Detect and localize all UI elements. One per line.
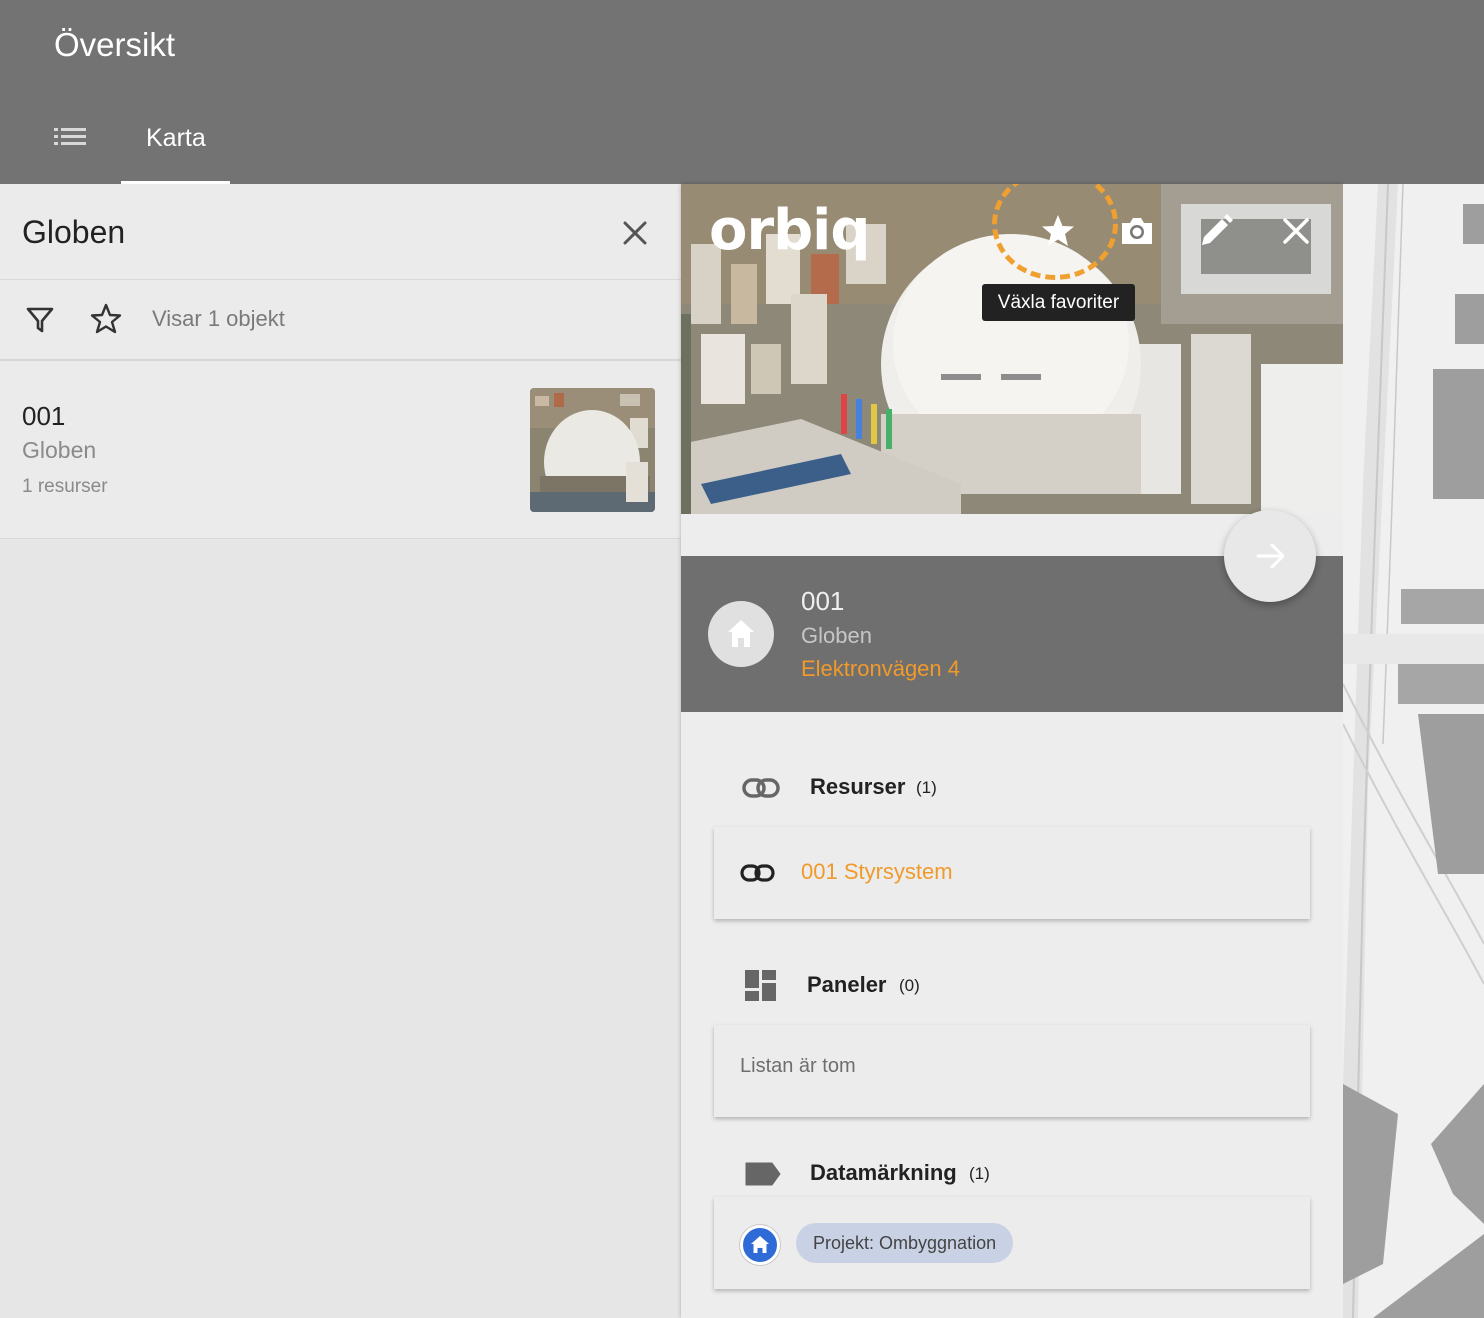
hero-image: orbiq Växla favoriter [681, 184, 1343, 514]
filter-icon[interactable] [24, 304, 56, 336]
resources-section-header: Resurser (1) [681, 762, 1343, 812]
label-icon [745, 1162, 781, 1186]
brand-logo: orbiq [709, 198, 870, 263]
result-count: Visar 1 objekt [152, 306, 285, 331]
object-name: Globen [801, 623, 872, 648]
resources-title: Resurser [810, 774, 906, 799]
resource-card: 001 Styrsystem [714, 827, 1310, 919]
close-icon[interactable] [1276, 211, 1316, 251]
dashboard-icon [745, 970, 776, 1001]
tag-chip[interactable]: Projekt: Ombyggnation [796, 1223, 1014, 1263]
left-panel-header: Globen [0, 184, 681, 280]
app-bar: Översikt Karta [0, 0, 1484, 184]
resources-count: (1) [916, 778, 937, 797]
arrow-right-icon [1256, 543, 1285, 569]
panels-section-header: Paneler (0) [681, 960, 1343, 1010]
link-icon [740, 864, 775, 882]
panels-count: (0) [899, 976, 920, 995]
list-item-code: 001 [22, 401, 66, 431]
detail-panel: orbiq Växla favoriter 001 Globen Elektro… [681, 184, 1343, 1318]
star-icon[interactable] [1038, 211, 1078, 251]
tags-title: Datamärkning [810, 1160, 957, 1185]
left-panel-toolbar: Visar 1 objekt [0, 280, 681, 361]
resource-link[interactable]: 001 Styrsystem [801, 859, 953, 885]
tags-card: Projekt: Ombyggnation [714, 1197, 1310, 1289]
empty-list-text: Listan är tom [740, 1055, 856, 1077]
list-item-resources: 1 resurser [22, 476, 108, 497]
link-icon [742, 778, 780, 798]
list-item[interactable]: 001 Globen 1 resurser [0, 361, 681, 539]
navigate-button[interactable] [1224, 510, 1316, 602]
edit-icon[interactable] [1196, 211, 1236, 251]
home-icon [751, 1236, 769, 1253]
map-canvas [1343, 184, 1484, 1318]
panels-card: Listan är tom [714, 1025, 1310, 1117]
object-code: 001 [801, 586, 845, 616]
panels-title: Paneler [807, 972, 887, 997]
left-panel: Globen Visar 1 objekt 001 Globen 1 resur… [0, 184, 681, 1318]
page-title: Översikt [54, 26, 176, 63]
list-item-name: Globen [22, 437, 97, 463]
tooltip: Växla favoriter [982, 284, 1135, 321]
list-item-thumbnail [530, 388, 655, 512]
object-avatar [708, 601, 774, 667]
camera-icon[interactable] [1117, 211, 1157, 251]
left-panel-title: Globen [22, 214, 126, 250]
map-view[interactable] [1343, 184, 1484, 1318]
star-outline-icon[interactable] [89, 302, 123, 336]
tags-count: (1) [969, 1164, 990, 1183]
chip-avatar [740, 1225, 780, 1265]
home-icon [728, 620, 754, 647]
close-icon[interactable] [618, 216, 652, 250]
object-address[interactable]: Elektronvägen 4 [801, 656, 960, 682]
tab-karta-label: Karta [146, 124, 206, 152]
list-icon[interactable] [52, 122, 88, 152]
tags-section-header: Datamärkning (1) [681, 1148, 1343, 1198]
tab-karta[interactable]: Karta [121, 100, 230, 184]
